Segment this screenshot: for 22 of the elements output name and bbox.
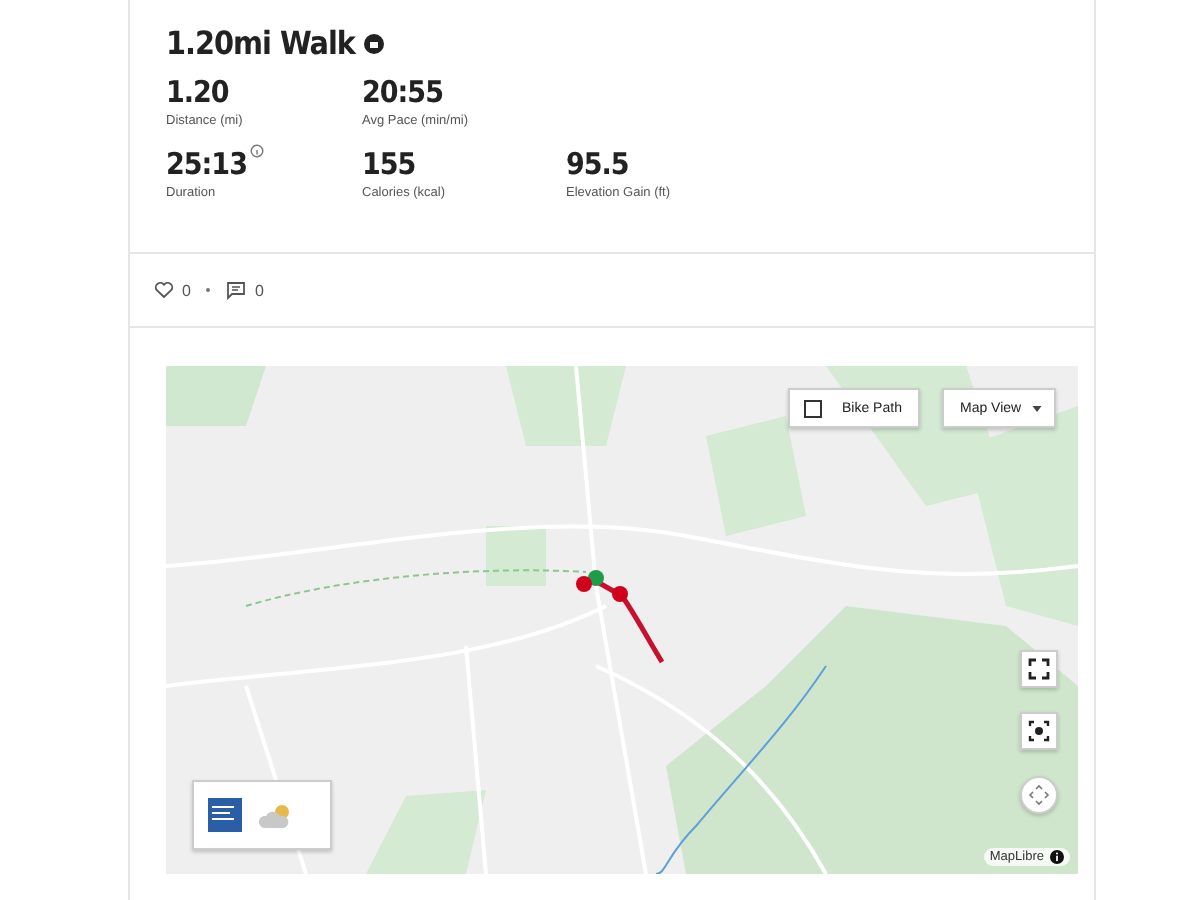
badge-icon <box>364 33 385 53</box>
heart-icon[interactable] <box>154 280 174 300</box>
locate-button[interactable] <box>1020 712 1058 750</box>
route-drawing <box>576 570 665 664</box>
comment-icon[interactable] <box>226 280 247 300</box>
logo-icon <box>208 798 242 832</box>
locate-icon <box>1028 720 1050 742</box>
info-icon[interactable] <box>1050 850 1064 864</box>
stat-value: 25:13 <box>166 144 247 184</box>
fullscreen-button[interactable] <box>1020 650 1058 688</box>
like-count: 0 <box>182 281 191 299</box>
stat-value: 155 <box>362 144 416 184</box>
stat-value: 20:55 <box>362 72 443 112</box>
fullscreen-icon <box>1028 658 1050 680</box>
comment-count: 0 <box>254 281 264 299</box>
activity-title: 1.20mi Walk <box>166 24 355 62</box>
weather-widget[interactable] <box>192 780 332 850</box>
stat-value: 95.5 <box>566 144 629 184</box>
caret-icon <box>1032 405 1042 411</box>
compass-icon <box>1028 784 1050 806</box>
stat-value: 1.20 <box>166 72 229 112</box>
partly-cloudy-icon <box>258 801 294 829</box>
